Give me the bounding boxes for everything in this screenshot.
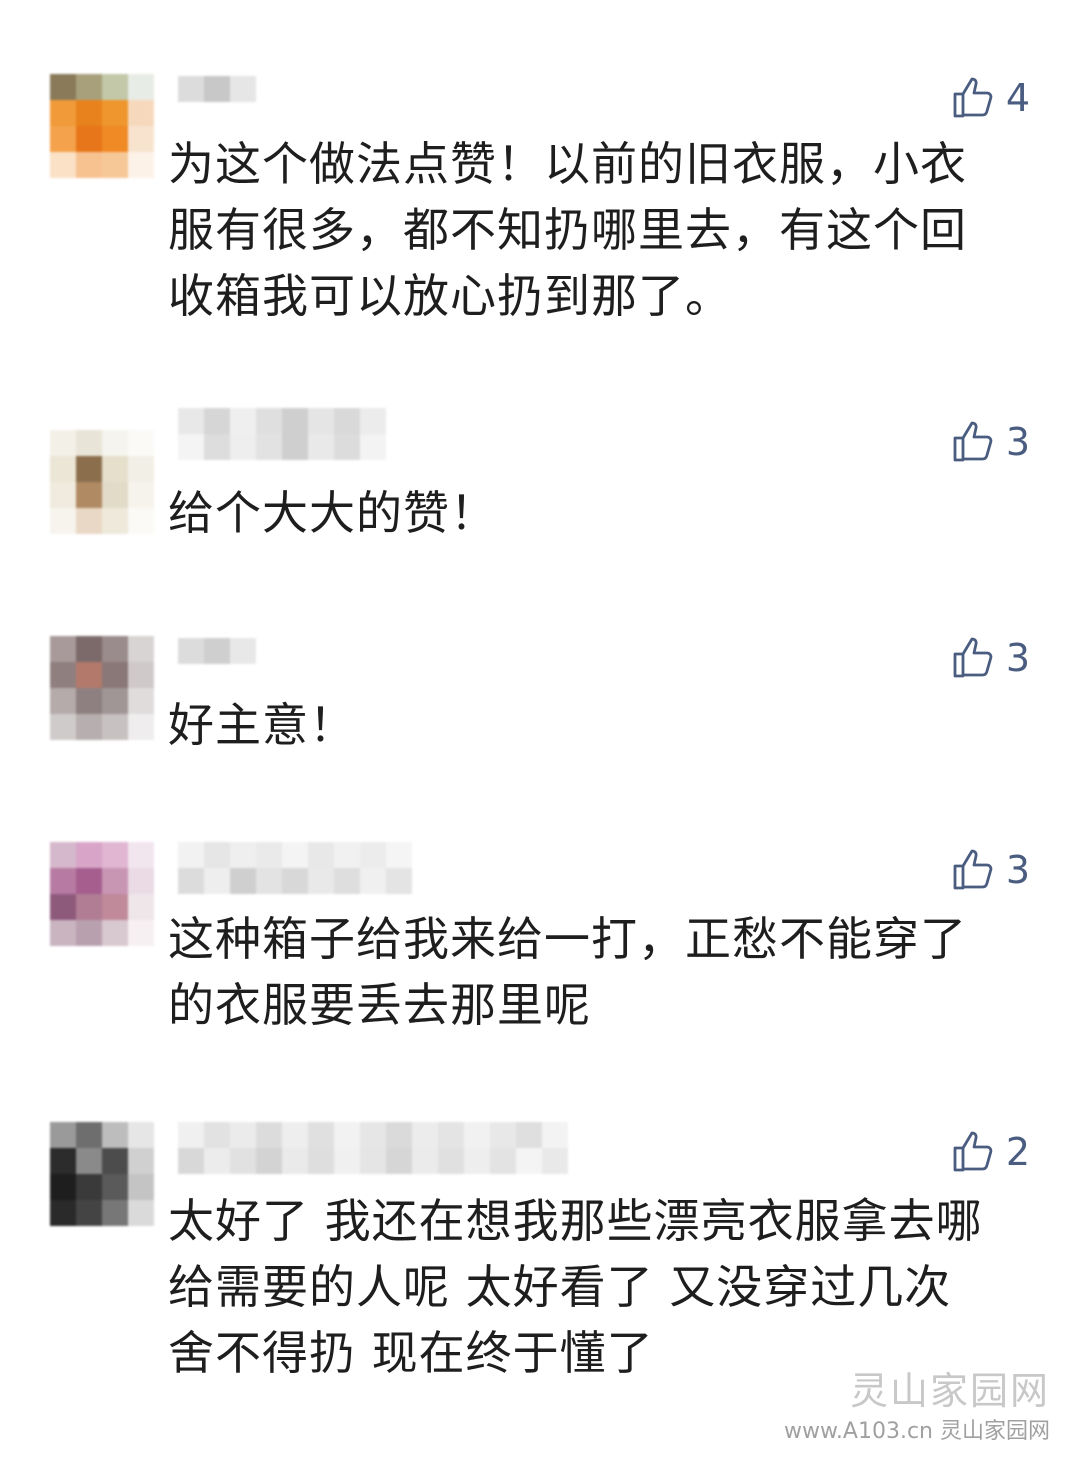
like-button[interactable]: 3 xyxy=(950,842,1030,898)
watermark-title: 灵山家园网 xyxy=(849,1369,1050,1413)
avatar[interactable] xyxy=(50,842,154,946)
watermark-url: www.A103.cn 灵山家园网 xyxy=(783,1419,1050,1444)
avatar[interactable] xyxy=(50,74,154,178)
like-count: 2 xyxy=(1005,1130,1030,1174)
like-button[interactable]: 3 xyxy=(950,630,1030,686)
comment-text: 太好了 我还在想我那些漂亮衣服拿去哪 给需要的人呢 太好看了 又没穿过几次 舍不… xyxy=(168,1194,983,1380)
comment-text: 这种箱子给我来给一打，正愁不能穿了 的衣服要丢去那里呢 xyxy=(168,912,967,1032)
avatar[interactable] xyxy=(50,636,154,740)
avatar[interactable] xyxy=(50,430,154,534)
comment-text: 为这个做法点赞！以前的旧衣服，小衣 服有很多，都不知扔哪里去，有这个回 收箱我可… xyxy=(168,137,967,323)
like-button[interactable]: 4 xyxy=(950,70,1030,126)
thumbs-up-icon xyxy=(953,1131,993,1172)
thumbs-up-icon xyxy=(953,421,993,462)
comment-text: 好主意！ xyxy=(168,698,356,752)
like-count: 3 xyxy=(1005,848,1030,892)
like-count: 3 xyxy=(1005,420,1030,464)
comment-text: 给个大大的赞！ xyxy=(168,486,497,540)
username-blurred xyxy=(178,1122,568,1174)
like-button[interactable]: 2 xyxy=(950,1124,1030,1180)
avatar[interactable] xyxy=(50,1122,154,1226)
username-blurred xyxy=(178,408,408,460)
username-blurred xyxy=(178,76,258,128)
thumbs-up-icon xyxy=(953,849,993,890)
like-count: 4 xyxy=(1005,76,1030,120)
username-blurred xyxy=(178,842,412,894)
thumbs-up-icon xyxy=(953,637,993,678)
username-blurred xyxy=(178,638,258,690)
like-count: 3 xyxy=(1005,636,1030,680)
watermark: 灵山家园网 www.A103.cn 灵山家园网 xyxy=(784,1360,1050,1445)
thumbs-up-icon xyxy=(953,77,993,118)
like-button[interactable]: 3 xyxy=(950,414,1030,470)
